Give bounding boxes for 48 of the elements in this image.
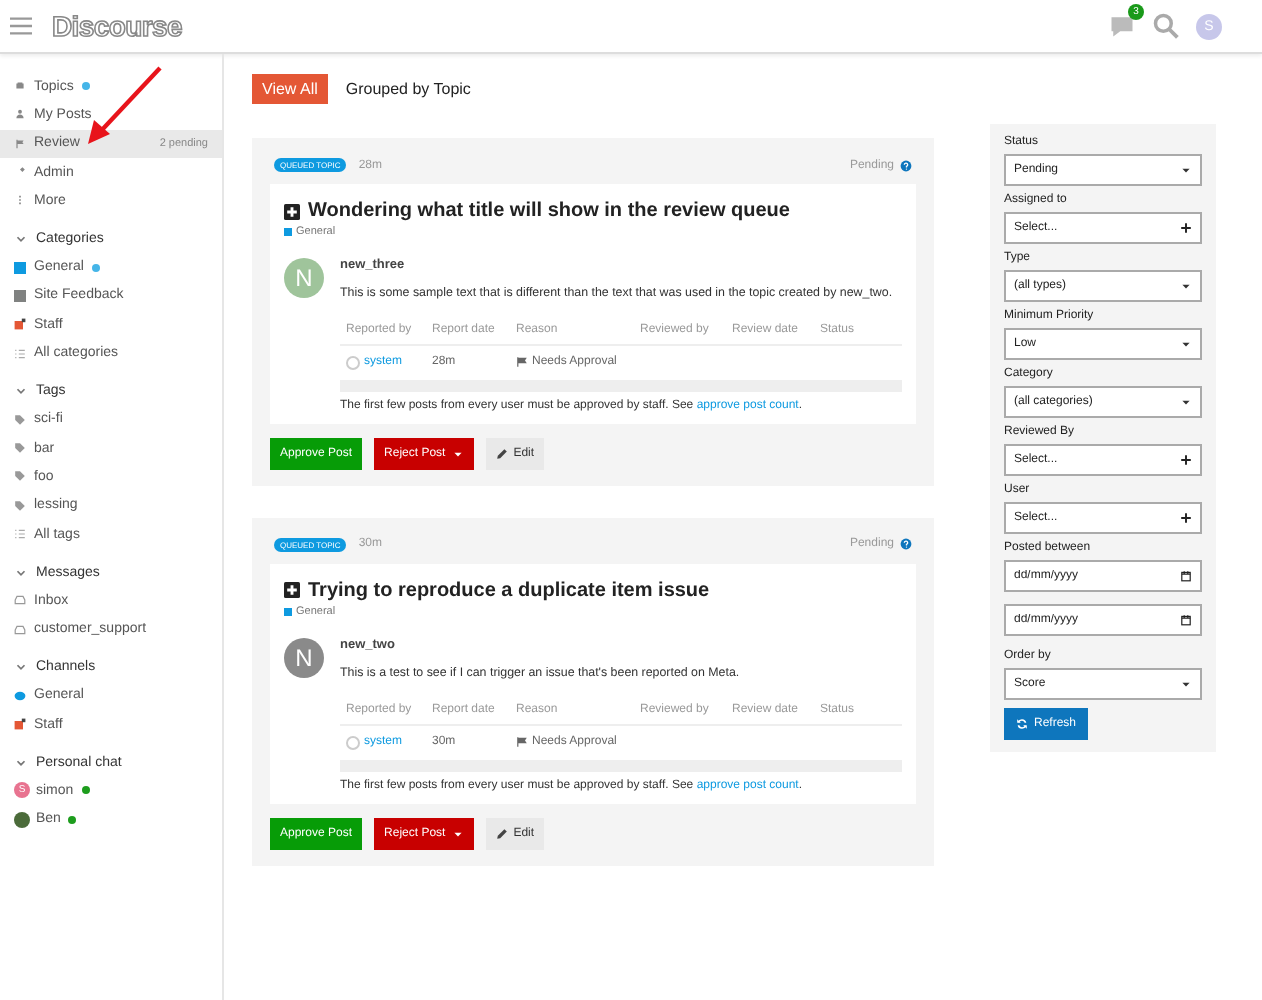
person-icon — [14, 108, 26, 121]
more-icon — [14, 194, 26, 207]
archive-icon — [14, 80, 26, 93]
caret-icon — [1180, 678, 1192, 690]
chevron-icon — [14, 660, 28, 675]
caret-icon — [1180, 280, 1192, 292]
refresh-icon — [1016, 718, 1028, 730]
chevron-icon — [14, 384, 28, 399]
help-icon[interactable] — [900, 159, 912, 171]
filter-tab[interactable]: View All — [252, 74, 328, 104]
topic-title[interactable]: Wondering what title will show in the review queue — [308, 200, 790, 222]
pencil-icon — [495, 447, 508, 460]
chevron-icon — [14, 755, 28, 770]
inbox-icon — [14, 623, 26, 636]
plus-icon — [1180, 454, 1192, 466]
list-icon — [14, 347, 26, 360]
tag-icon — [14, 470, 26, 483]
calendar-icon[interactable] — [1180, 614, 1192, 626]
caret-icon — [1180, 396, 1192, 408]
search-icon[interactable] — [1152, 12, 1180, 40]
plus-square-icon — [284, 582, 300, 599]
caret-icon — [1180, 338, 1192, 350]
chat-icon[interactable] — [1108, 12, 1136, 40]
plus-square-icon — [284, 203, 300, 219]
caret-icon — [451, 447, 464, 460]
inbox-icon — [14, 594, 26, 607]
flag-icon — [516, 356, 528, 369]
system-avatar — [346, 355, 360, 370]
caret-icon — [451, 827, 464, 840]
pencil-icon — [495, 827, 508, 840]
help-icon[interactable] — [900, 538, 912, 551]
menu-icon[interactable] — [10, 16, 32, 36]
flag-icon — [516, 736, 528, 749]
calendar-icon[interactable] — [1180, 570, 1192, 582]
tag-icon — [14, 499, 26, 512]
chevron-icon — [14, 231, 28, 246]
list-icon — [14, 528, 26, 540]
system-avatar — [346, 735, 360, 750]
flag-icon — [14, 137, 26, 150]
filter-tab[interactable]: Grouped by Topic — [335, 74, 481, 104]
caret-icon — [1180, 164, 1192, 176]
tag-icon — [14, 442, 26, 455]
plus-icon — [1180, 512, 1192, 524]
logo[interactable]: Discourse — [52, 10, 182, 42]
tag-icon — [14, 413, 26, 426]
chevron-icon — [14, 565, 28, 580]
topic-title[interactable]: Trying to reproduce a duplicate item issue — [308, 579, 710, 602]
plus-icon — [1180, 222, 1192, 234]
